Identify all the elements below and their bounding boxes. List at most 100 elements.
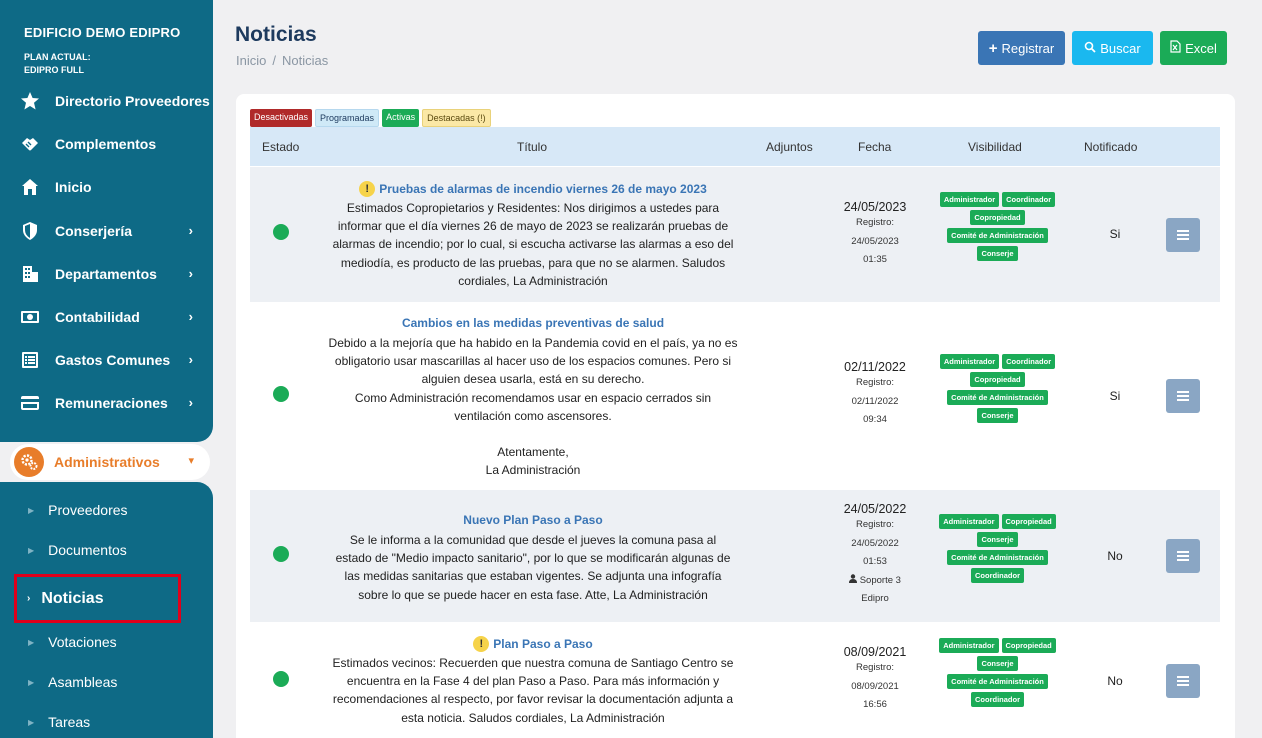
buscar-button[interactable]: Buscar (1072, 31, 1153, 65)
visibility-cell: Administrador Copropiedad Conserje Comit… (930, 638, 1065, 707)
breadcrumb-current: Noticias (281, 53, 329, 68)
sidebar-item-label: Departamentos (55, 266, 157, 282)
chevron-down-icon: ▾ (188, 455, 194, 467)
plan-label: PLAN ACTUAL: (24, 52, 91, 62)
date-cell: 24/05/2023 Registro: 24/05/2023 01:35 (825, 200, 925, 270)
visibility-badge: Coordinador (971, 692, 1024, 707)
table-row[interactable]: ! Pruebas de alarmas de incendio viernes… (250, 167, 1220, 302)
sidebar-item-inicio[interactable]: Inicio (0, 172, 213, 202)
submenu-item-votaciones[interactable]: ▶ Votaciones (0, 629, 213, 655)
sidebar-item-complementos[interactable]: Complementos (0, 129, 213, 159)
submenu-item-label: Asambleas (48, 674, 118, 690)
registro-label: Registro: (855, 217, 894, 228)
registro-date: 24/05/2022 (851, 537, 899, 549)
news-title-text: Pruebas de alarmas de incendio viernes 2… (379, 182, 707, 196)
sidebar-item-gastos-comunes[interactable]: Gastos Comunes › (0, 345, 213, 375)
submenu-item-proveedores[interactable]: ▶ Proveedores (0, 497, 213, 523)
news-title-cell: Cambios en las medidas preventivas de sa… (312, 314, 754, 480)
sidebar: EDIFICIO DEMO EDIPRO PLAN ACTUAL: EDIPRO… (0, 0, 213, 738)
search-icon (1084, 41, 1096, 56)
money-icon (20, 307, 40, 327)
news-title-link[interactable]: ! Plan Paso a Paso (473, 636, 593, 652)
table-row[interactable]: ! Plan Paso a Paso Estimados vecinos: Re… (250, 622, 1220, 738)
building-icon (20, 264, 40, 284)
row-actions-button[interactable] (1166, 379, 1200, 413)
sidebar-item-label: Conserjería (55, 223, 133, 239)
visibility-badge: Administrador (939, 514, 999, 529)
sidebar-item-administrativos[interactable]: Administrativos ▾ (10, 444, 210, 480)
registro-date: 24/05/2023 (851, 235, 899, 247)
status-legend: Desactivadas Programadas Activas Destaca… (250, 109, 491, 127)
caret-right-icon: ▶ (28, 637, 35, 647)
hamburger-icon (1177, 674, 1189, 688)
sidebar-item-label: Contabilidad (55, 309, 140, 325)
sidebar-item-contabilidad[interactable]: Contabilidad › (0, 302, 213, 332)
user-icon (849, 573, 860, 586)
submenu-item-documentos[interactable]: ▶ Documentos (0, 537, 213, 563)
visibility-badge: Conserje (977, 246, 1018, 261)
visibility-badge: Comité de Administración (947, 550, 1048, 565)
author-company: Edipro (861, 593, 889, 604)
submenu-item-noticias[interactable]: › Noticias (14, 574, 181, 623)
registrar-button[interactable]: + Registrar (978, 31, 1065, 65)
table-row[interactable]: Nuevo Plan Paso a Paso Se le informa a l… (250, 490, 1220, 622)
registrar-button-label: Registrar (1001, 40, 1055, 56)
chevron-right-icon: › (188, 223, 193, 238)
visibility-badge: Comité de Administración (947, 674, 1048, 689)
row-actions-button[interactable] (1166, 664, 1200, 698)
excel-button[interactable]: Excel (1160, 31, 1227, 65)
submenu-item-label: Tareas (48, 714, 91, 730)
chevron-right-icon: › (188, 395, 193, 410)
visibility-cell: Administrador Copropiedad Conserje Comit… (930, 514, 1065, 583)
column-header-estado: Estado (262, 140, 300, 154)
visibility-badge: Coordinador (1002, 192, 1056, 207)
registro-time: 09:34 (863, 414, 887, 425)
plan-value: EDIPRO FULL (24, 65, 84, 75)
page-title: Noticias (235, 23, 317, 46)
row-actions-button[interactable] (1166, 539, 1200, 573)
visibility-badge: Conserje (977, 656, 1018, 671)
table-header: Estado Título Adjuntos Fecha Visibilidad… (250, 127, 1220, 166)
news-title-text: Nuevo Plan Paso a Paso (463, 513, 603, 527)
news-title-link[interactable]: ! Pruebas de alarmas de incendio viernes… (359, 181, 707, 197)
row-actions-button[interactable] (1166, 218, 1200, 252)
star-icon (20, 91, 40, 111)
status-active-dot (273, 671, 289, 687)
column-header-notificado: Notificado (1084, 140, 1138, 154)
visibility-badge: Administrador (939, 354, 1000, 369)
sidebar-item-remuneraciones[interactable]: Remuneraciones › (0, 388, 213, 418)
sidebar-item-conserjeria[interactable]: Conserjería › (0, 216, 213, 246)
news-title-cell: Nuevo Plan Paso a Paso Se le informa a l… (312, 511, 754, 604)
hamburger-icon (1177, 389, 1189, 403)
author-line: Soporte 3 (825, 572, 925, 591)
news-date: 02/11/2022 (844, 360, 906, 374)
caret-right-icon: ▶ (28, 677, 35, 687)
news-body: Debido a la mejoría que ha habido en la … (328, 336, 738, 478)
status-active-dot (273, 224, 289, 240)
sidebar-item-label: Directorio Proveedores (55, 93, 210, 109)
news-body: Estimados vecinos: Recuerden que nuestra… (332, 656, 734, 725)
registro-label: Registro: (855, 662, 894, 673)
table-row[interactable]: Cambios en las medidas preventivas de sa… (250, 302, 1220, 490)
visibility-cell: Administrador Coordinador Copropiedad Co… (930, 354, 1065, 423)
column-header-fecha: Fecha (858, 140, 892, 154)
visibility-badge: Conserje (977, 408, 1018, 423)
news-title-link[interactable]: Cambios en las medidas preventivas de sa… (402, 316, 664, 330)
submenu-item-tareas[interactable]: ▶ Tareas (0, 709, 213, 735)
sidebar-main-panel: EDIFICIO DEMO EDIPRO PLAN ACTUAL: EDIPRO… (0, 0, 213, 442)
column-header-titulo: Título (517, 140, 548, 154)
plan-info: PLAN ACTUAL: EDIPRO FULL (24, 51, 91, 77)
visibility-cell: Administrador Coordinador Copropiedad Co… (930, 192, 1065, 261)
news-body: Estimados Copropietarios y Residentes: N… (332, 201, 734, 288)
breadcrumb-home-link[interactable]: Inicio (236, 53, 266, 68)
sidebar-item-label: Inicio (55, 179, 92, 195)
news-title-link[interactable]: Nuevo Plan Paso a Paso (463, 513, 602, 527)
breadcrumb-separator: / (272, 53, 276, 68)
sidebar-item-directorio-proveedores[interactable]: Directorio Proveedores (0, 86, 213, 116)
sidebar-item-departamentos[interactable]: Departamentos › (0, 259, 213, 289)
exclamation-icon: ! (473, 636, 490, 652)
submenu-item-asambleas[interactable]: ▶ Asambleas (0, 669, 213, 695)
date-cell: 02/11/2022 Registro: 02/11/2022 09:34 (825, 360, 925, 430)
registro-date: 08/09/2021 (851, 680, 899, 692)
legend-activas: Activas (382, 109, 420, 127)
